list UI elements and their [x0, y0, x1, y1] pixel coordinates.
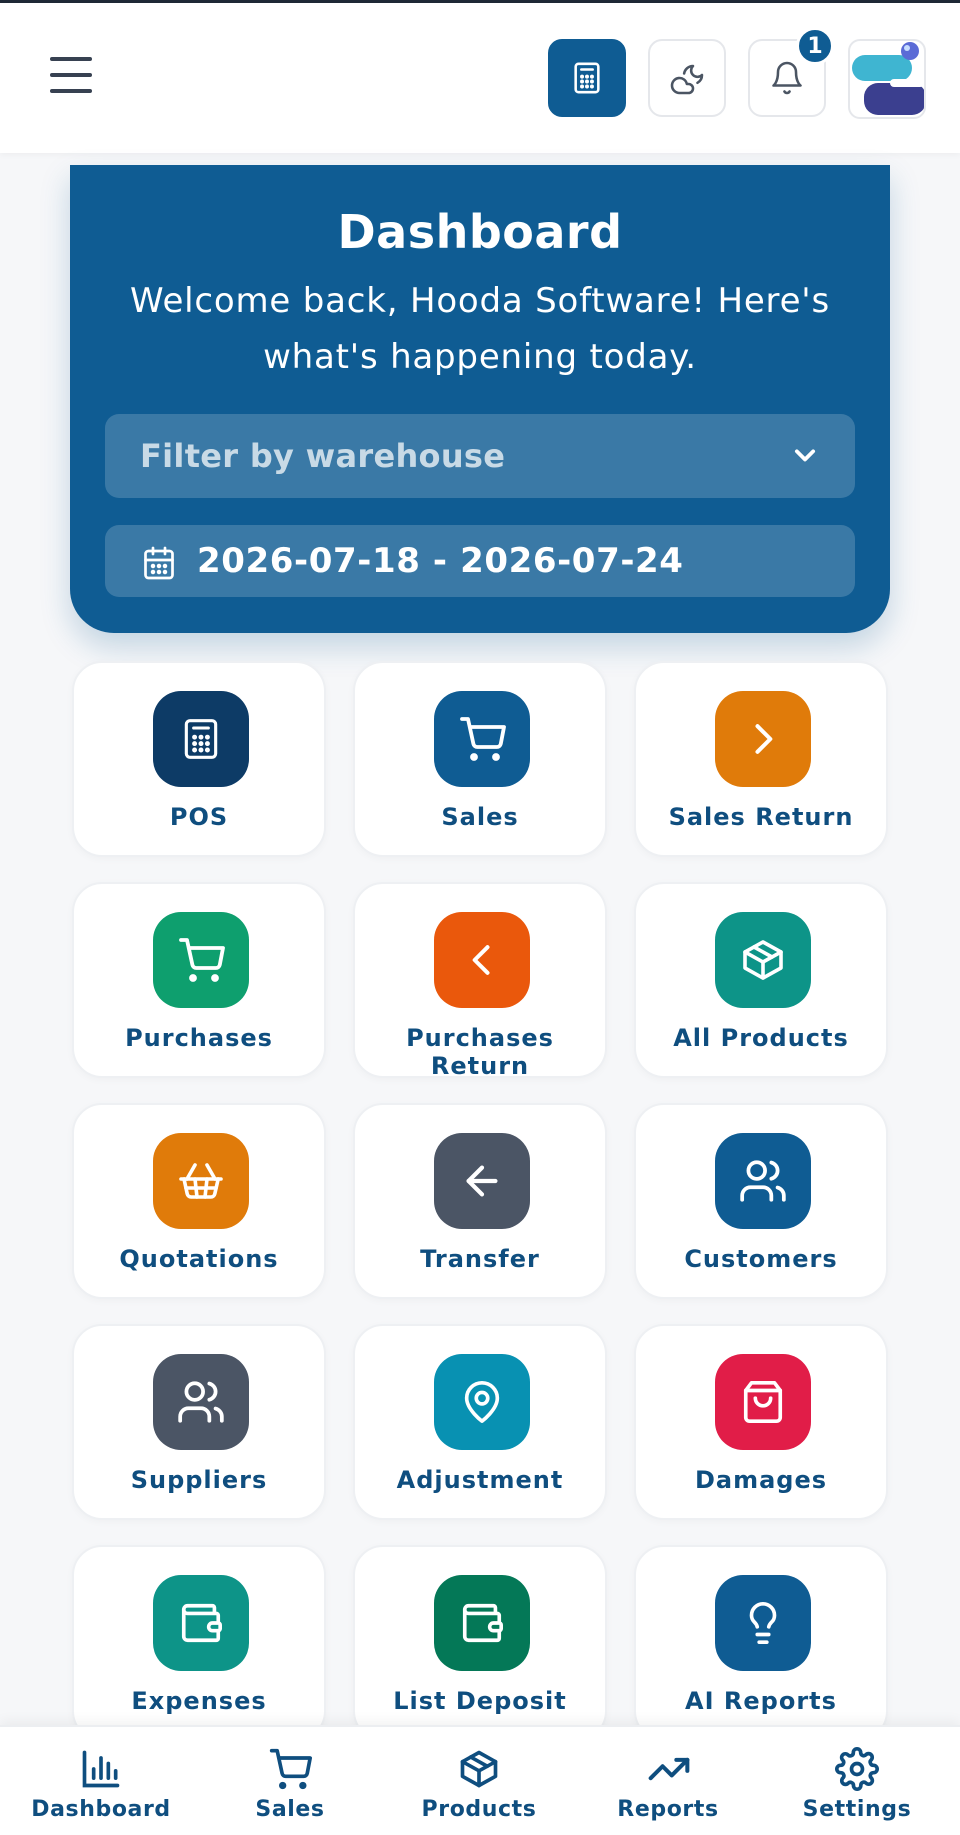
tile-label: Transfer: [420, 1245, 540, 1273]
tile-customers[interactable]: Customers: [634, 1103, 888, 1299]
tile-purchases-return-icon-bg: [434, 912, 530, 1008]
arrow-left-icon: [466, 1165, 498, 1197]
tile-sales-icon-bg: [434, 691, 530, 787]
moon-cloud-icon: [670, 64, 704, 95]
cart-icon: [269, 1748, 312, 1790]
tile-label: Sales Return: [668, 803, 854, 831]
tile-label: Customers: [684, 1245, 838, 1273]
calculator-icon: [184, 719, 218, 759]
nav-sales[interactable]: Sales: [205, 1727, 375, 1835]
tile-label: Suppliers: [130, 1466, 268, 1494]
nav-label: Products: [421, 1797, 537, 1822]
tile-purchases-icon-bg: [153, 912, 249, 1008]
tile-label: Purchases: [125, 1024, 273, 1052]
tile-label: POS: [169, 803, 229, 831]
wallet-icon: [462, 1603, 503, 1643]
page-title: Dashboard: [337, 205, 623, 259]
users-icon: [178, 1381, 224, 1423]
box-icon: [460, 1750, 498, 1788]
tile-label: Purchases Return: [406, 1024, 554, 1080]
notification-badge: 1: [796, 27, 834, 65]
users-icon: [740, 1160, 786, 1202]
tile-all-products-icon-bg: [715, 912, 811, 1008]
tile-expenses-icon-bg: [153, 1575, 249, 1671]
tile-suppliers[interactable]: Suppliers: [72, 1324, 326, 1520]
tile-list-deposit-icon-bg: [434, 1575, 530, 1671]
warehouse-filter-select[interactable]: Filter by warehouse: [105, 414, 855, 498]
page: 1 Dashboard Welcome back, Hooda Software…: [0, 0, 960, 1835]
cart-icon: [179, 938, 225, 982]
nav-dashboard[interactable]: Dashboard: [16, 1727, 186, 1835]
logo-mark: [852, 42, 924, 115]
app-logo[interactable]: [848, 39, 926, 119]
tile-label: Adjustment: [396, 1466, 564, 1494]
basket-icon: [179, 1163, 223, 1199]
nav-settings[interactable]: Settings: [772, 1727, 942, 1835]
tile-label: List Deposit: [393, 1687, 567, 1715]
nav-products[interactable]: Products: [394, 1727, 564, 1835]
warehouse-filter-placeholder: Filter by warehouse: [140, 437, 506, 475]
calculator-button[interactable]: [548, 39, 626, 117]
date-range-value: 2026-07-18 - 2026-07-24: [197, 541, 684, 581]
tile-label: Sales: [441, 803, 519, 831]
tile-label: Quotations: [119, 1245, 279, 1273]
tile-purchases-return[interactable]: Purchases Return: [353, 882, 607, 1080]
dashboard-hero: Dashboard Welcome back, Hooda Software! …: [70, 165, 890, 633]
chevron-left-icon: [472, 945, 490, 975]
tile-transfer-icon-bg: [434, 1133, 530, 1229]
map-pin-icon: [464, 1381, 500, 1423]
chevron-right-icon: [755, 724, 773, 754]
tile-quotations[interactable]: Quotations: [72, 1103, 326, 1299]
nav-label: Settings: [802, 1797, 912, 1822]
tile-pos-icon-bg: [153, 691, 249, 787]
calculator-icon: [574, 62, 600, 94]
tile-label: Damages: [694, 1466, 828, 1494]
tile-pos[interactable]: POS: [72, 661, 326, 857]
tile-ai-reports[interactable]: AI Reports: [634, 1545, 888, 1741]
tile-transfer[interactable]: Transfer: [353, 1103, 607, 1299]
tile-sales[interactable]: Sales: [353, 661, 607, 857]
tile-adjustment-icon-bg: [434, 1354, 530, 1450]
tile-label: Expenses: [131, 1687, 267, 1715]
theme-toggle-button[interactable]: [648, 39, 726, 117]
bell-icon: [772, 61, 802, 95]
bottom-navigation: Dashboard Sales Products Reports Setting…: [0, 1725, 960, 1835]
calendar-icon: [144, 546, 174, 580]
tile-sales-return-icon-bg: [715, 691, 811, 787]
box-icon: [743, 940, 783, 980]
tile-ai-reports-icon-bg: [715, 1575, 811, 1671]
gear-icon: [835, 1747, 879, 1791]
tile-label: AI Reports: [685, 1687, 837, 1715]
tile-suppliers-icon-bg: [153, 1354, 249, 1450]
tile-list-deposit[interactable]: List Deposit: [353, 1545, 607, 1741]
date-range-picker[interactable]: 2026-07-18 - 2026-07-24: [105, 525, 855, 597]
tile-label: All Products: [673, 1024, 849, 1052]
nav-label: Dashboard: [31, 1797, 171, 1822]
tile-customers-icon-bg: [715, 1133, 811, 1229]
tile-damages[interactable]: Damages: [634, 1324, 888, 1520]
cart-icon: [460, 717, 506, 761]
tile-all-products[interactable]: All Products: [634, 882, 888, 1078]
tile-purchases[interactable]: Purchases: [72, 882, 326, 1078]
nav-label: Reports: [617, 1797, 719, 1822]
shopping-bag-icon: [743, 1381, 783, 1423]
nav-reports[interactable]: Reports: [583, 1727, 753, 1835]
nav-label: Sales: [255, 1797, 325, 1822]
lightbulb-icon: [749, 1602, 777, 1644]
tile-damages-icon-bg: [715, 1354, 811, 1450]
bar-chart-icon: [82, 1750, 120, 1788]
tile-adjustment[interactable]: Adjustment: [353, 1324, 607, 1520]
hamburger-menu-icon[interactable]: [50, 55, 94, 95]
welcome-message: Welcome back, Hooda Software! Here's wha…: [130, 281, 830, 377]
tile-quotations-icon-bg: [153, 1133, 249, 1229]
notifications-button[interactable]: 1: [748, 27, 834, 117]
trending-up-icon: [648, 1757, 690, 1781]
app-header: 1: [0, 3, 960, 153]
tile-sales-return[interactable]: Sales Return: [634, 661, 888, 857]
wallet-icon: [181, 1603, 222, 1643]
tile-expenses[interactable]: Expenses: [72, 1545, 326, 1741]
chevron-down-icon: [794, 449, 816, 462]
